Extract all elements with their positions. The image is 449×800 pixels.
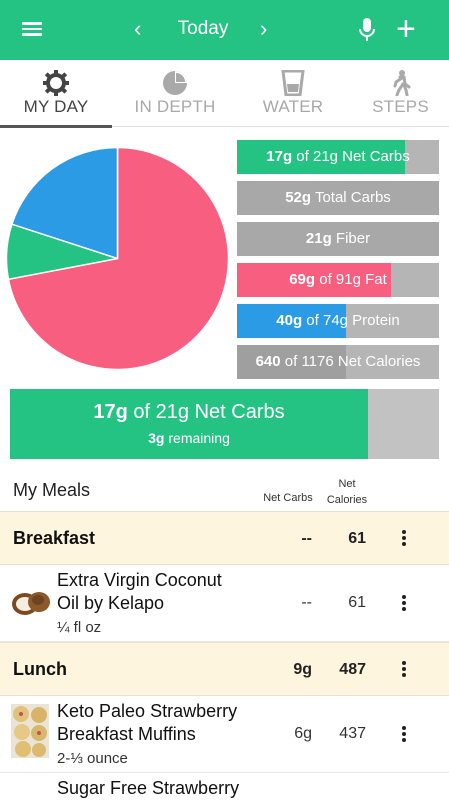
macro-bar-text: of 74g Protein xyxy=(302,312,400,329)
food-item-net-carbs: 6g xyxy=(294,725,312,742)
walking-icon xyxy=(393,70,410,96)
macro-bar-text: Fiber xyxy=(331,230,371,247)
tab-steps[interactable]: STEPS xyxy=(352,60,449,127)
summary-text: of 21g Net Carbs xyxy=(133,401,285,423)
tab-label: MY DAY xyxy=(23,97,89,116)
macro-bar-label: 40g of 74g Protein xyxy=(237,304,439,338)
food-item-name: Sugar Free Strawberry xyxy=(57,778,240,798)
more-options-icon[interactable] xyxy=(400,659,408,679)
tab-label: WATER xyxy=(262,97,324,116)
macro-bar: 52g Total Carbs xyxy=(237,181,439,215)
food-item[interactable]: Sugar Free Strawberry xyxy=(0,773,449,800)
tab-in-depth[interactable]: IN DEPTH xyxy=(116,60,234,127)
meals-title: My Meals xyxy=(13,480,91,500)
summary-main-text: 17g of 21g Net Carbs xyxy=(10,401,368,424)
col-net-calories-line2: Calories xyxy=(326,494,368,506)
col-net-calories: Net Calories xyxy=(322,476,372,508)
glass-icon xyxy=(281,70,305,96)
more-options-icon[interactable] xyxy=(400,724,408,744)
coconut-icon xyxy=(12,592,50,615)
macro-bar-value: 21g xyxy=(305,230,332,247)
meals-header: My Meals Net Carbs Net Calories xyxy=(0,467,449,511)
remaining-text: remaining xyxy=(168,430,230,446)
food-item-calories: 61 xyxy=(348,594,366,611)
food-item[interactable]: Keto Paleo Strawberry Breakfast Muffins … xyxy=(0,696,449,773)
col-net-carbs: Net Carbs xyxy=(263,492,313,504)
macro-bar-value: 52g xyxy=(285,189,312,206)
macro-bar-label: 52g Total Carbs xyxy=(237,181,439,215)
food-item-calories: 437 xyxy=(339,725,366,742)
meal-section-calories: 61 xyxy=(348,530,366,547)
macro-bar-text: Total Carbs xyxy=(311,189,391,206)
meal-section-name: Lunch xyxy=(13,659,67,679)
macro-bar-text: of 21g Net Carbs xyxy=(292,148,410,165)
tab-my-day[interactable]: MY DAY xyxy=(0,60,112,128)
food-item-name-line2: Breakfast Muffins xyxy=(57,724,196,744)
net-carbs-summary-bar: 17g of 21g Net Carbs 3g remaining xyxy=(10,389,439,459)
meal-section-name: Breakfast xyxy=(13,528,96,548)
macro-bar-label: 17g of 21g Net Carbs xyxy=(237,140,439,174)
macro-bar-text: of 1176 Net Calories xyxy=(280,353,421,370)
tab-water[interactable]: WATER xyxy=(234,60,352,127)
meal-section-breakfast[interactable]: Breakfast -- 61 xyxy=(0,511,449,565)
macro-bar-value: 40g xyxy=(276,312,303,329)
hamburger-icon[interactable] xyxy=(22,19,44,41)
summary-fill xyxy=(10,389,368,459)
macro-pie-chart xyxy=(5,146,230,371)
meal-section-lunch[interactable]: Lunch 9g 487 xyxy=(0,642,449,696)
col-net-calories-line1: Net xyxy=(338,478,356,490)
food-item[interactable]: Extra Virgin Coconut Oil by Kelapo ¼ fl … xyxy=(0,565,449,642)
gear-icon xyxy=(43,70,69,96)
remaining-value: 3g xyxy=(148,430,165,446)
macro-bar: 21g Fiber xyxy=(237,222,439,256)
summary-remaining: 3g remaining xyxy=(10,430,368,446)
top-app-bar: ‹ Today › + xyxy=(0,0,449,60)
meal-section-calories: 487 xyxy=(339,661,366,678)
food-item-name: Extra Virgin Coconut Oil by Kelapo xyxy=(57,569,257,615)
macro-bar-value: 69g xyxy=(289,271,316,288)
macro-bar-value: 17g xyxy=(266,148,293,165)
chevron-right-icon[interactable]: › xyxy=(260,16,267,42)
food-item-name-line1: Extra Virgin Coconut xyxy=(57,570,222,590)
macro-bar-label: 21g Fiber xyxy=(237,222,439,256)
date-title[interactable]: Today xyxy=(150,18,256,40)
tab-bar: MY DAY IN DEPTH WATER STEPS xyxy=(0,60,449,128)
meal-section-net-carbs: -- xyxy=(301,530,312,547)
food-item-name-line1: Keto Paleo Strawberry xyxy=(57,701,238,721)
more-options-icon[interactable] xyxy=(400,593,408,613)
summary-value: 17g xyxy=(93,401,128,423)
food-item-name-line2: Oil by Kelapo xyxy=(57,593,165,613)
meal-section-net-carbs: 9g xyxy=(293,661,312,678)
more-options-icon[interactable] xyxy=(400,528,408,548)
chevron-left-icon[interactable]: ‹ xyxy=(134,16,141,42)
macro-bar: 40g of 74g Protein xyxy=(237,304,439,338)
food-item-net-carbs: -- xyxy=(301,594,312,611)
food-item-name: Keto Paleo Strawberry Breakfast Muffins xyxy=(57,700,267,746)
macro-bar-value: 640 xyxy=(255,353,281,370)
plus-icon[interactable]: + xyxy=(396,10,416,48)
food-item-quantity: ¼ fl oz xyxy=(57,619,102,636)
macro-bar-label: 69g of 91g Fat xyxy=(237,263,439,297)
muffins-photo xyxy=(11,704,49,758)
tab-label: STEPS xyxy=(372,97,429,116)
food-item-quantity: 2-⅓ ounce xyxy=(57,750,128,767)
tab-label: IN DEPTH xyxy=(134,97,216,116)
microphone-icon[interactable] xyxy=(358,18,376,42)
active-tab-indicator xyxy=(0,125,112,128)
macro-bar: 17g of 21g Net Carbs xyxy=(237,140,439,174)
macro-bar: 640 of 1176 Net Calories xyxy=(237,345,439,379)
macro-bar-label: 640 of 1176 Net Calories xyxy=(237,345,439,379)
macro-bar: 69g of 91g Fat xyxy=(237,263,439,297)
pie-chart-icon xyxy=(163,71,187,95)
macro-bar-text: of 91g Fat xyxy=(315,271,387,288)
